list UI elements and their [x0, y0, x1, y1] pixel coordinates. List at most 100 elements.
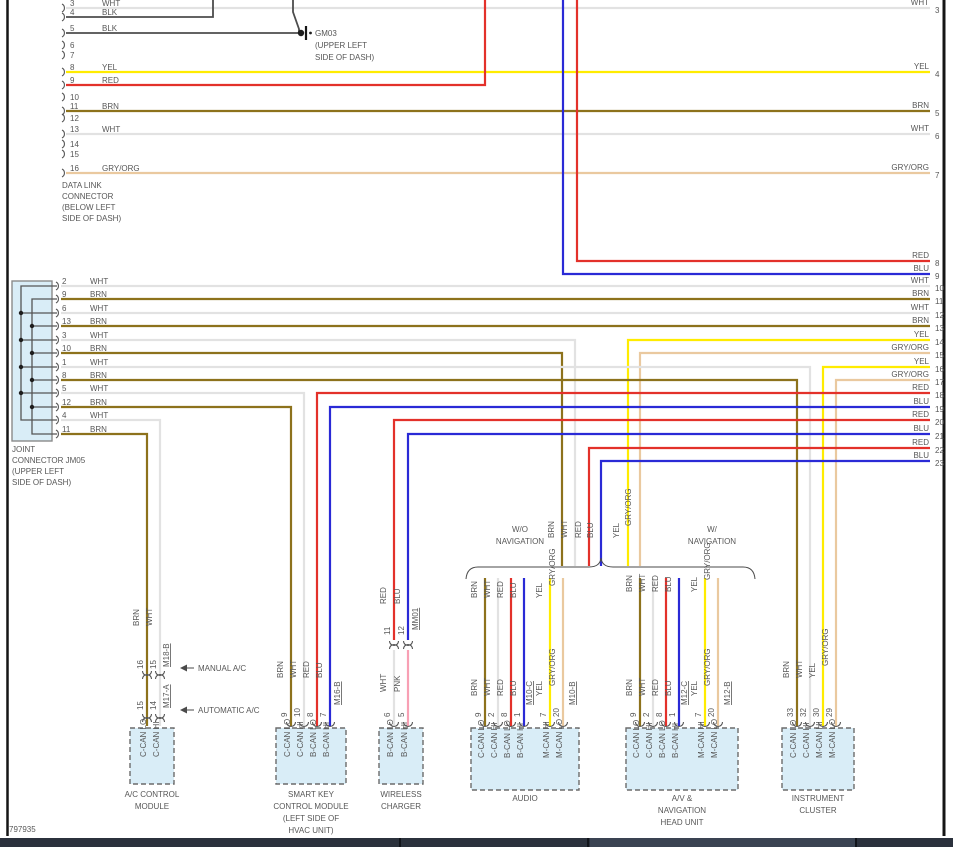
diagram-label: (LEFT SIDE OF — [283, 814, 339, 823]
diagram-label: 20 — [552, 708, 561, 717]
diagram-label: YEL — [102, 63, 118, 72]
diagram-label: BLU — [393, 588, 402, 604]
diagram-label: (BELOW LEFT — [62, 203, 115, 212]
diagram-label: (UPPER LEFT — [315, 41, 367, 50]
diagram-label: SIDE OF DASH) — [62, 214, 121, 223]
junction-dot-icon — [18, 390, 24, 396]
diagram-label: BLU — [664, 576, 673, 592]
diagram-label: CHARGER — [381, 802, 421, 811]
diagram-label: MM01 — [411, 607, 420, 630]
diagram-label: RED — [912, 251, 929, 260]
taskbar-divider — [399, 838, 401, 847]
diagram-label: 11 — [935, 297, 944, 306]
diagram-label: WHT — [289, 660, 298, 678]
diagram-label: 16 — [935, 365, 944, 374]
diagram-label: WHT — [145, 608, 154, 626]
diagram-label: C-CAN HI — [490, 722, 499, 758]
diagram-label: RED — [379, 587, 388, 604]
diagram-label: SIDE OF DASH) — [315, 53, 374, 62]
diagram-label: JOINT — [12, 445, 35, 454]
diagram-label: WHT — [90, 304, 108, 313]
diagram-label: 15 — [935, 351, 944, 360]
diagram-label: GRY/ORG — [891, 343, 929, 352]
diagram-label: 4 — [62, 411, 67, 420]
junction-dot-icon — [297, 29, 305, 37]
diagram-label: 21 — [935, 432, 944, 441]
diagram-label: WHT — [560, 520, 569, 538]
diagram-label: RED — [651, 679, 660, 696]
diagram-label: 19 — [935, 405, 944, 414]
diagram-label: B-CAN LO — [386, 719, 395, 757]
diagram-label: YEL — [808, 662, 817, 678]
diagram-label: BRN — [90, 290, 107, 299]
diagram-label: M-CAN HI — [697, 722, 706, 758]
diagram-label: SMART KEY — [288, 790, 335, 799]
diagram-label: 22 — [935, 446, 944, 455]
diagram-label: 3 — [62, 331, 67, 340]
diagram-label: 18 — [935, 391, 944, 400]
diagram-label: AUDIO — [512, 794, 537, 803]
diagram-label: 5 — [935, 109, 940, 118]
diagram-label: BLU — [913, 397, 929, 406]
diagram-label: WHT — [911, 0, 929, 7]
junction-dot-icon — [29, 323, 35, 329]
junction-dot-icon — [29, 404, 35, 410]
diagram-label: 12 — [397, 626, 406, 635]
diagram-label: M-CAN LO — [555, 719, 564, 758]
diagram-label: 10 — [293, 708, 302, 717]
diagram-label: 3 — [70, 0, 75, 8]
diagram-label: GRY/ORG — [703, 648, 712, 686]
diagram-label: B-CAN HI — [516, 723, 525, 758]
av-navigation-box — [625, 727, 739, 791]
diagram-label: 15 — [149, 660, 158, 669]
diagram-label: M10-C — [525, 681, 534, 705]
diagram-label: YEL — [690, 576, 699, 592]
diagram-label: C-CAN HI — [296, 721, 305, 757]
wiring-diagram-page: WHT 3 4 BLK 5 BLK 6 7 8 YEL 9 RED 10 11 BRN 12 13 WHT 14 15… — [0, 0, 953, 847]
diagram-label: RED — [912, 438, 929, 447]
diagram-label: AUTOMATIC A/C — [198, 706, 260, 715]
diagram-label: BRN — [102, 102, 119, 111]
diagram-label: BRN — [90, 317, 107, 326]
taskbar-active-segment — [590, 838, 855, 847]
diagram-label: C-CAN LO — [789, 720, 798, 758]
junction-dot-icon — [309, 31, 312, 35]
diagram-label: 30 — [812, 708, 821, 717]
junction-dot-icon — [18, 364, 24, 370]
diagram-label: A/V & — [672, 794, 693, 803]
diagram-label: M12-B — [723, 681, 732, 705]
diagram-label: RED — [496, 581, 505, 598]
diagram-label: WHT — [911, 303, 929, 312]
diagram-label: 9 — [935, 272, 940, 281]
diagram-label: M18-B — [162, 643, 171, 667]
diagram-label: M17-A — [162, 684, 171, 708]
diagram-label: M10-B — [568, 681, 577, 705]
diagram-label: 12 — [70, 114, 79, 123]
diagram-label: 12 — [62, 398, 71, 407]
diagram-label: 10 — [935, 284, 944, 293]
diagram-label: 6 — [935, 132, 940, 141]
diagram-label: 9 — [629, 712, 638, 717]
diagram-label: 797935 — [9, 825, 36, 834]
diagram-label: WHT — [90, 358, 108, 367]
diagram-label: 9 — [280, 712, 289, 717]
diagram-label: RED — [302, 661, 311, 678]
diagram-label: YEL — [612, 522, 621, 538]
wiring-diagram-canvas: WHT34 BLK5 BLK678 YEL9 RED1011 BRN1213 WHT1415… — [0, 0, 953, 847]
diagram-label: 16 — [70, 164, 79, 173]
diagram-label: RED — [912, 383, 929, 392]
diagram-label: WHT — [638, 574, 647, 592]
diagram-label: 11 — [62, 425, 71, 434]
diagram-label: 7 — [319, 712, 328, 717]
diagram-label: 23 — [935, 459, 944, 468]
diagram-label: WHT — [102, 0, 120, 8]
diagram-label: B-CAN LO — [658, 720, 667, 758]
junction-dot-icon — [18, 337, 24, 343]
diagram-label: YEL — [914, 357, 930, 366]
diagram-label: BRN — [625, 575, 634, 592]
diagram-label: B-CAN LO — [309, 719, 318, 757]
diagram-label: B-CAN HI — [400, 722, 409, 757]
diagram-label: B-CAN HI — [322, 722, 331, 757]
diagram-label: 5 — [397, 712, 406, 717]
diagram-label: BRN — [90, 425, 107, 434]
